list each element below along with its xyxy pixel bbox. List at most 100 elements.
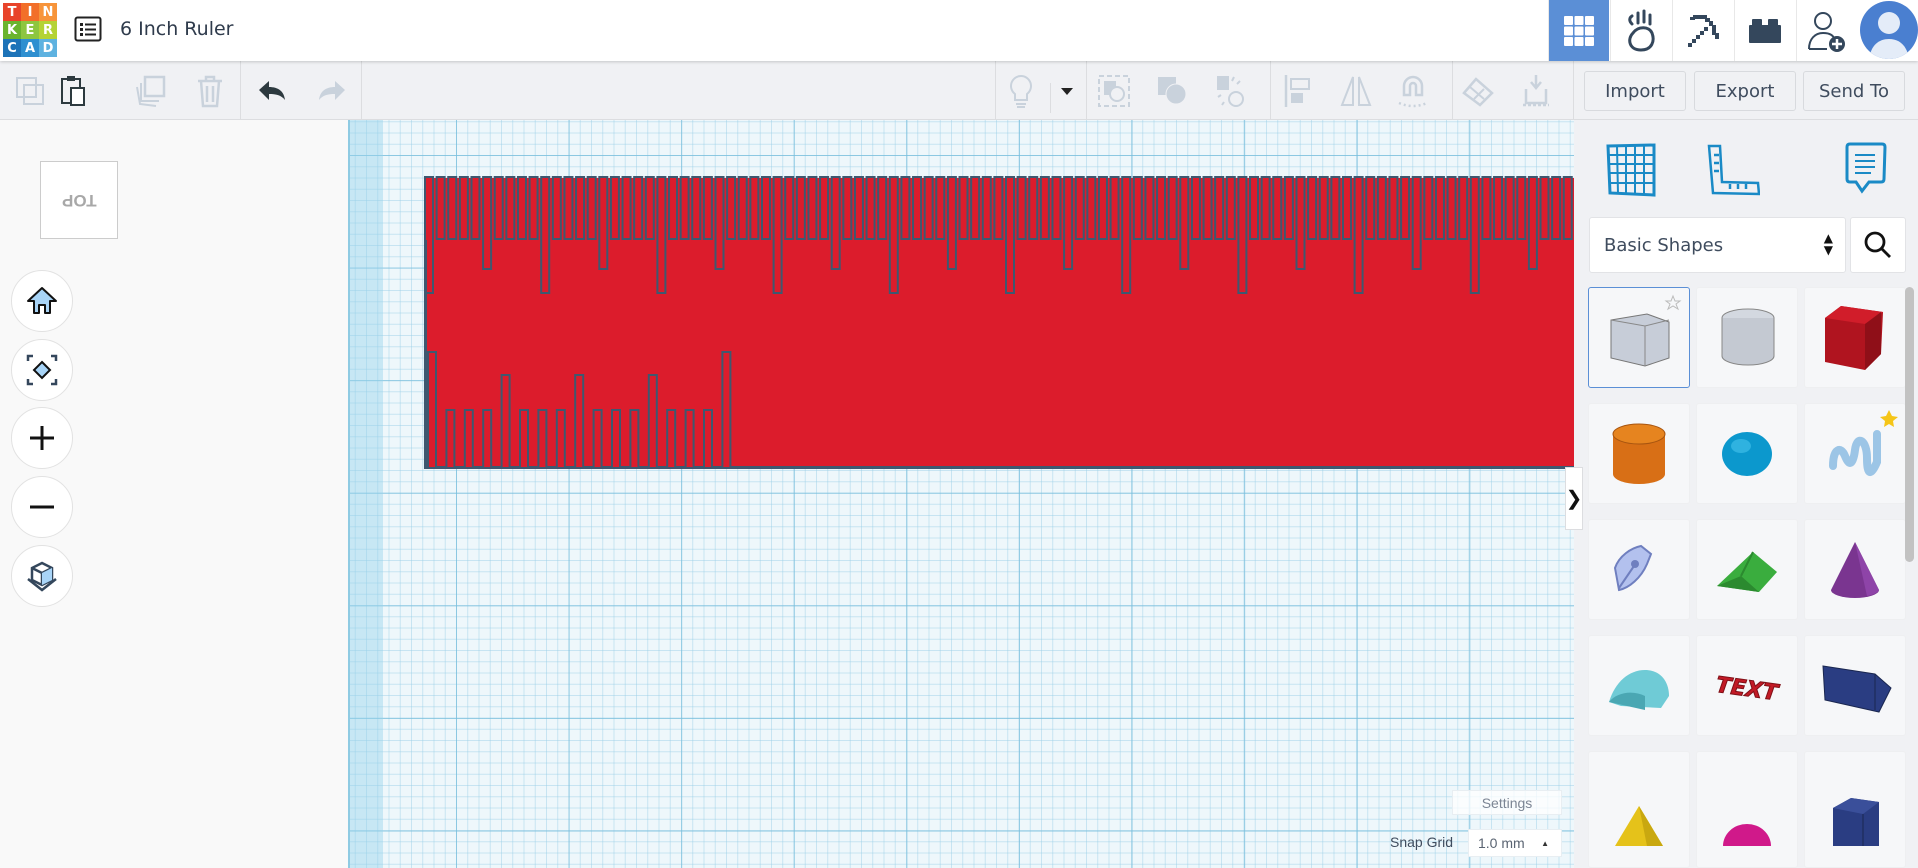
align-button[interactable] — [1280, 73, 1316, 109]
shape-roof[interactable] — [1696, 519, 1798, 620]
logo-letter: R — [39, 21, 57, 39]
round-roof-icon — [1609, 669, 1669, 710]
copy-button[interactable] — [12, 73, 48, 109]
shape-round-roof[interactable] — [1588, 635, 1690, 736]
roof-icon — [1717, 551, 1777, 592]
notes-dropdown[interactable] — [1052, 73, 1082, 109]
box-icon — [1825, 305, 1883, 370]
scribble-icon — [1829, 409, 1898, 476]
logo-letter: T — [3, 3, 21, 21]
snap-grid-label: Snap Grid — [1390, 834, 1454, 850]
shape-sphere[interactable] — [1696, 403, 1798, 504]
invite-user-button[interactable] — [1796, 0, 1857, 61]
cylinder-icon — [1612, 423, 1666, 484]
chevron-right-icon: ❯ — [1565, 488, 1583, 510]
group-icon — [1098, 75, 1130, 107]
align-icon — [1284, 75, 1310, 107]
notes-lightbulb-icon — [1010, 74, 1032, 108]
ungroup-button[interactable] — [1154, 73, 1190, 109]
drop-icon — [1523, 75, 1549, 107]
bricks-button[interactable] — [1734, 0, 1795, 61]
magnet-cruise-icon — [1398, 75, 1428, 108]
notes-button[interactable] — [1003, 73, 1039, 109]
cruise-button[interactable] — [1395, 73, 1431, 109]
perspective-button[interactable] — [11, 545, 73, 607]
shapes-scrollbar[interactable] — [1905, 287, 1914, 562]
shape-text[interactable]: TEXT — [1696, 635, 1798, 736]
shape-box-hole[interactable] — [1588, 287, 1690, 388]
3d-design-grid-button[interactable] — [1548, 0, 1609, 61]
home-view-button[interactable] — [11, 270, 73, 332]
undo-icon — [259, 81, 285, 100]
search-icon — [1864, 231, 1891, 258]
3d-design-grid-icon — [1564, 15, 1594, 46]
notes-tool-button[interactable] — [1830, 138, 1900, 202]
cone-icon — [1831, 541, 1879, 598]
shape-generator-icon — [1613, 544, 1653, 591]
sphere-icon — [1722, 431, 1772, 476]
avatar-icon — [1869, 12, 1909, 59]
workplane-settings-button[interactable]: Settings — [1452, 790, 1562, 815]
zoom-out-button[interactable] — [11, 476, 73, 538]
logo-letter: E — [21, 21, 39, 39]
import-button[interactable]: Import — [1584, 71, 1686, 111]
wedge-icon — [1822, 664, 1892, 713]
tinkercad-logo[interactable]: TINKERCAD — [3, 3, 57, 57]
avatar[interactable] — [1860, 1, 1918, 59]
drop-button[interactable] — [1518, 73, 1554, 109]
delete-icon — [198, 75, 222, 108]
snap-grid-value: 1.0 mm — [1478, 835, 1525, 851]
export-button[interactable]: Export — [1694, 71, 1796, 111]
logo-letter: A — [21, 39, 39, 57]
copy-icon — [16, 77, 44, 105]
send-to-button[interactable]: Send To — [1803, 71, 1905, 111]
snap-grid-select[interactable]: 1.0 mm ▲ — [1468, 829, 1562, 857]
shape-cone[interactable] — [1804, 519, 1906, 620]
workplane-grid[interactable] — [348, 120, 1574, 868]
undo-button[interactable] — [254, 73, 290, 109]
zoom-in-button[interactable] — [11, 407, 73, 469]
paste-button[interactable] — [56, 73, 92, 109]
box-hole-icon — [1610, 294, 1682, 367]
home-icon — [27, 287, 57, 314]
cylinder-hole-icon — [1721, 308, 1775, 365]
ruler-tool-button[interactable] — [1698, 138, 1768, 202]
view-cube[interactable]: TOP — [40, 161, 118, 239]
shape-half-sphere[interactable] — [1696, 751, 1798, 868]
paste-icon — [61, 76, 85, 106]
group-button[interactable] — [1096, 73, 1132, 109]
shape-pyramid[interactable] — [1588, 751, 1690, 868]
shape-shape-generator[interactable] — [1588, 519, 1690, 620]
workplane-button[interactable] — [1460, 73, 1496, 109]
hole-solid-icon — [1217, 76, 1244, 107]
shape-library-select[interactable]: Basic Shapes ▲ ▼ — [1589, 217, 1846, 273]
duplicate-button[interactable] — [132, 73, 168, 109]
shape-cylinder-hole[interactable] — [1696, 287, 1798, 388]
shape-polygon[interactable] — [1804, 751, 1906, 868]
shape-cylinder[interactable] — [1588, 403, 1690, 504]
redo-icon — [319, 81, 345, 100]
shape-scribble[interactable] — [1804, 403, 1906, 504]
hole-solid-button[interactable] — [1212, 73, 1248, 109]
fit-view-button[interactable] — [11, 339, 73, 401]
zoom-in-icon — [30, 426, 54, 450]
collapse-panel-button[interactable]: ❯ — [1565, 467, 1583, 530]
delete-button[interactable] — [192, 73, 228, 109]
codeblocks-button[interactable] — [1672, 0, 1733, 61]
half-sphere-icon — [1723, 823, 1771, 846]
circuits-button[interactable] — [1610, 0, 1671, 61]
workplane-icon — [1462, 77, 1494, 107]
design-title[interactable]: 6 Inch Ruler — [120, 18, 233, 40]
mirror-button[interactable] — [1338, 73, 1374, 109]
shape-box[interactable] — [1804, 287, 1906, 388]
svg-text:TEXT: TEXT — [1714, 672, 1781, 706]
view-cube-label: TOP — [61, 191, 97, 210]
redo-button[interactable] — [314, 73, 350, 109]
logo-letter: N — [39, 3, 57, 21]
shape-wedge[interactable] — [1804, 635, 1906, 736]
notes-tool-icon — [1845, 142, 1887, 194]
shape-search-button[interactable] — [1850, 217, 1906, 273]
workplane-tool-button[interactable] — [1596, 138, 1666, 202]
design-list-icon[interactable] — [74, 16, 102, 42]
minecraft-pickaxe-icon — [1688, 14, 1719, 47]
